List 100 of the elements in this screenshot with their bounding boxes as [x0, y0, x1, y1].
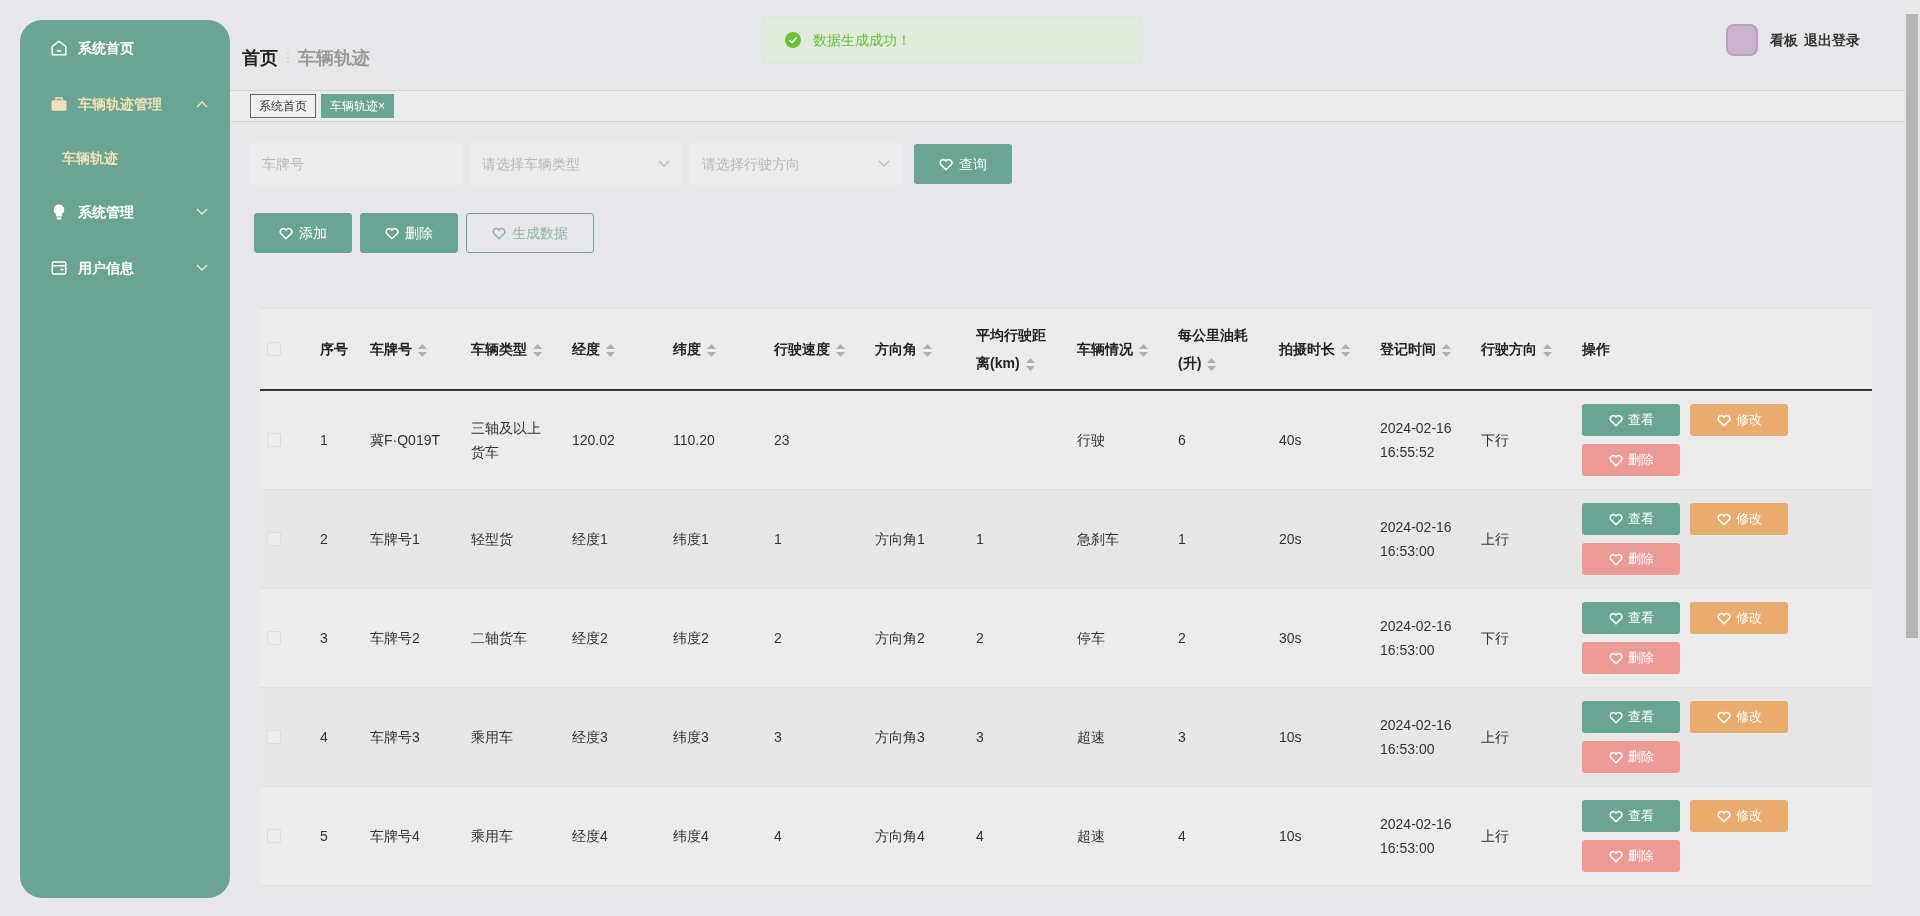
table-cell-text: 20s — [1279, 530, 1303, 549]
heart-icon — [1716, 710, 1731, 724]
table-cell-text: 120.02 — [572, 431, 616, 450]
column-header[interactable]: 平均行驶距离(km) — [976, 321, 1058, 377]
heart-icon — [1608, 849, 1623, 863]
toast-text: 数据生成成功！ — [813, 30, 911, 50]
table-cell-text: 方向角2 — [875, 629, 926, 648]
toolbar-button[interactable]: 删除 — [360, 213, 458, 253]
heart-icon — [1608, 611, 1623, 625]
heart-icon — [1608, 710, 1623, 724]
table-cell-text: 4 — [774, 827, 783, 846]
row-action-button[interactable]: 查看 — [1582, 503, 1680, 535]
heart-icon — [1608, 651, 1623, 665]
dashboard-link[interactable]: 看板 — [1770, 29, 1798, 51]
column-header[interactable]: 方向角 — [875, 335, 976, 363]
table-cell-text: 轻型货 — [471, 530, 514, 549]
table-cell-text: 10s — [1279, 728, 1303, 747]
row-action-button[interactable]: 删除 — [1582, 741, 1680, 773]
table-cell-text: 超速 — [1077, 728, 1106, 747]
sidebar-item[interactable]: 系统首页 — [20, 20, 230, 76]
sort-icon[interactable] — [1341, 343, 1350, 357]
column-header[interactable]: 序号 — [320, 335, 370, 363]
row-action-button[interactable]: 修改 — [1690, 404, 1788, 436]
avatar-icon[interactable] — [1726, 24, 1758, 56]
column-header[interactable]: 车辆类型 — [471, 335, 572, 363]
row-action-button[interactable]: 修改 — [1690, 701, 1788, 733]
sort-icon[interactable] — [1139, 343, 1148, 357]
row-action-button[interactable]: 删除 — [1582, 840, 1680, 872]
column-header[interactable]: 行驶方向 — [1481, 335, 1582, 363]
sort-icon[interactable] — [707, 343, 716, 357]
logout-link[interactable]: 退出登录 — [1804, 29, 1860, 51]
table-cell-text: 30s — [1279, 629, 1303, 648]
generate-data-button[interactable]: 生成数据 — [466, 213, 594, 253]
sidebar-subitem[interactable]: 车辆轨迹 — [20, 132, 230, 184]
briefcase-icon — [50, 95, 68, 113]
column-header[interactable]: 车辆情况 — [1077, 335, 1178, 363]
table-cell-text: 23 — [774, 431, 791, 450]
sort-icon[interactable] — [836, 343, 845, 357]
table-cell-text: 1 — [976, 530, 985, 549]
heart-icon — [1716, 512, 1731, 526]
sort-icon[interactable] — [1543, 343, 1552, 357]
sort-icon[interactable] — [923, 343, 932, 357]
breadcrumb-current: 车辆轨迹 — [298, 46, 370, 70]
tab[interactable]: 车辆轨迹× — [321, 94, 394, 118]
table-cell-text: 三轴及以上货车 — [471, 419, 542, 462]
table-cell-text: 方向角1 — [875, 530, 926, 549]
table-cell-text: 上行 — [1481, 728, 1510, 747]
table-cell-text: 2 — [320, 530, 329, 549]
sort-icon[interactable] — [1025, 357, 1035, 371]
success-check-icon — [785, 32, 801, 48]
table-cell-text: 40s — [1279, 431, 1303, 450]
table-cell-text: 5 — [320, 827, 329, 846]
row-action-button[interactable]: 修改 — [1690, 800, 1788, 832]
row-action-button[interactable]: 查看 — [1582, 701, 1680, 733]
table-cell-text: 3 — [774, 728, 783, 747]
table-cell-text: 车牌号3 — [370, 728, 421, 747]
column-header[interactable]: 车牌号 — [370, 335, 471, 363]
sidebar-item[interactable]: 车辆轨迹管理 — [20, 76, 230, 132]
table-cell-text: 经度1 — [572, 530, 609, 549]
sort-icon[interactable] — [1442, 343, 1451, 357]
column-header[interactable]: 经度 — [572, 335, 673, 363]
table-cell-text: 乘用车 — [471, 827, 514, 846]
row-action-button[interactable]: 查看 — [1582, 404, 1680, 436]
column-header[interactable]: 登记时间 — [1380, 335, 1481, 363]
table-cell-text: 经度2 — [572, 629, 609, 648]
breadcrumb-link[interactable]: 首页 — [242, 44, 278, 72]
sort-icon[interactable] — [606, 343, 615, 357]
heart-icon — [1608, 413, 1623, 427]
scrollbar[interactable] — [1906, 14, 1918, 638]
sort-icon[interactable] — [1207, 357, 1217, 371]
table-cell-text: 行驶 — [1077, 431, 1106, 450]
column-header[interactable]: 操作 — [1582, 335, 1872, 363]
toolbar-button[interactable]: 添加 — [254, 213, 352, 253]
tab[interactable]: 系统首页 — [250, 94, 316, 118]
column-header[interactable]: 每公里油耗(升) — [1178, 321, 1260, 377]
table-cell-text: 2024-02-16 16:53:00 — [1380, 716, 1453, 759]
table-cell-text: 1 — [774, 530, 783, 549]
column-header[interactable]: 纬度 — [673, 335, 774, 363]
table-cell-text: 10s — [1279, 827, 1303, 846]
row-action-button[interactable]: 修改 — [1690, 503, 1788, 535]
chevron-down-icon — [878, 160, 890, 168]
search-button[interactable]: 查询 — [914, 144, 1012, 184]
row-action-button[interactable]: 删除 — [1582, 444, 1680, 476]
row-action-button[interactable]: 删除 — [1582, 543, 1680, 575]
table-cell-text: 2024-02-16 16:53:00 — [1380, 518, 1453, 561]
column-header[interactable]: 行驶速度 — [774, 335, 875, 363]
row-action-button[interactable]: 删除 — [1582, 642, 1680, 674]
sort-icon[interactable] — [418, 343, 427, 357]
sidebar-item[interactable]: 系统管理 — [20, 184, 230, 240]
row-action-button[interactable]: 查看 — [1582, 602, 1680, 634]
table-cell-text: 经度4 — [572, 827, 609, 846]
row-action-button[interactable]: 查看 — [1582, 800, 1680, 832]
table-cell-text: 110.20 — [673, 431, 716, 450]
table-cell-text: 上行 — [1481, 530, 1510, 549]
column-header[interactable]: 拍摄时长 — [1279, 335, 1380, 363]
table-cell-text: 4 — [976, 827, 985, 846]
sort-icon[interactable] — [533, 343, 542, 357]
sidebar-item[interactable]: 用户信息 — [20, 240, 230, 296]
heart-icon — [1716, 413, 1731, 427]
row-action-button[interactable]: 修改 — [1690, 602, 1788, 634]
